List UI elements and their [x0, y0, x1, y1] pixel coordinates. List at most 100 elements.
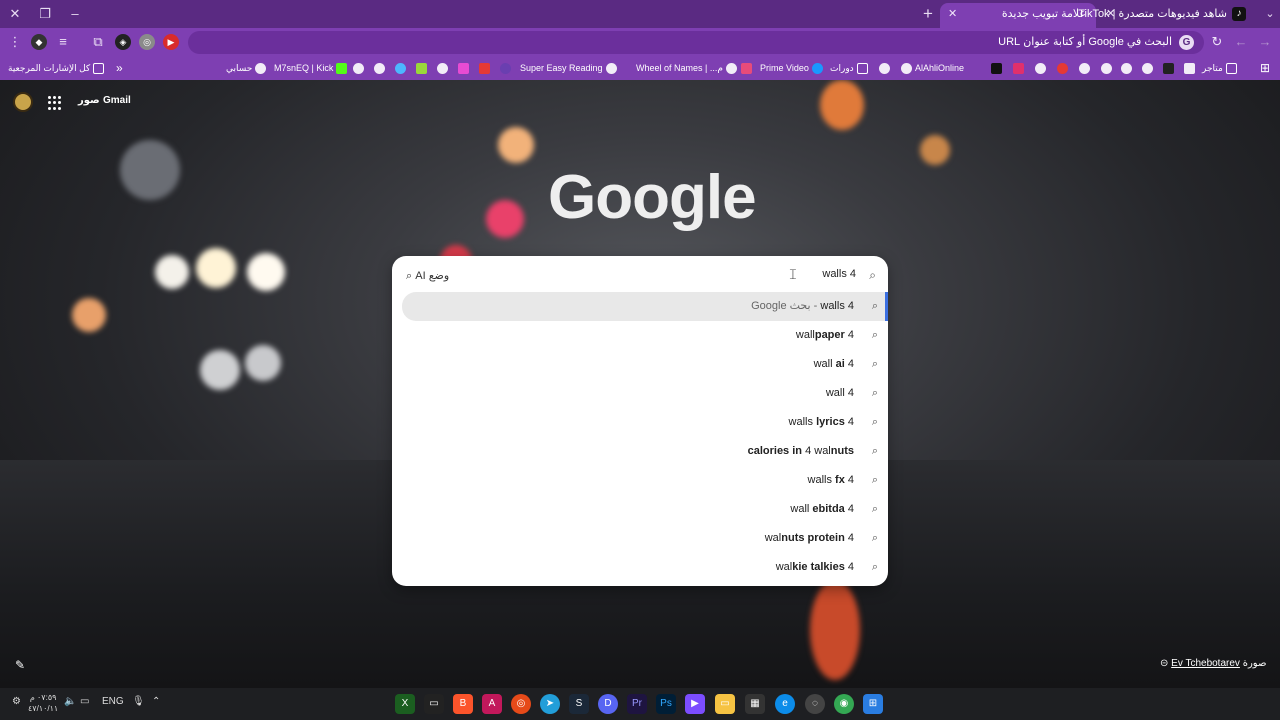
suggestion-item[interactable]: ⌕ wall ebitda 4: [402, 495, 888, 524]
premiere-icon[interactable]: Pr: [627, 694, 647, 714]
forward-icon[interactable]: →: [1256, 33, 1274, 51]
suggestion-item[interactable]: ⌕ walls fx 4: [402, 466, 888, 495]
show-hidden-icons[interactable]: ⌃: [152, 696, 160, 707]
extensions-puzzle-icon[interactable]: ⧉: [89, 33, 107, 51]
tab-search-icon[interactable]: ⌄: [1262, 4, 1278, 24]
search-icon: ⌕: [871, 329, 878, 341]
youtube-extension-icon[interactable]: ▶: [163, 34, 179, 50]
bookmark-stores[interactable]: متاجر: [1202, 60, 1240, 76]
app-icon[interactable]: ◎: [511, 694, 531, 714]
bookmark-icon-item[interactable]: [392, 60, 409, 76]
excel-icon[interactable]: X: [395, 694, 415, 714]
telegram-icon[interactable]: ➤: [540, 694, 560, 714]
extension-icon[interactable]: ◈: [115, 34, 131, 50]
chrome-icon[interactable]: ◉: [834, 694, 854, 714]
app-icon[interactable]: ◌: [805, 694, 825, 714]
search-input-row[interactable]: ⌕ walls 4 𝙸 وضع AI ⌕: [392, 262, 888, 290]
tab-close-icon[interactable]: ✕: [1106, 3, 1115, 25]
avatar[interactable]: [13, 92, 33, 112]
settings-gear-icon[interactable]: ⚙: [12, 696, 21, 707]
bookmark-icon-item[interactable]: [988, 60, 1005, 76]
minimize-window-icon[interactable]: –: [66, 5, 84, 23]
suggestion-item[interactable]: ⌕ wall 4: [402, 379, 888, 408]
menu-icon[interactable]: ⋮: [6, 33, 24, 51]
gmail-link[interactable]: Gmail: [103, 95, 131, 106]
suggestion-item[interactable]: ⌕ wall ai 4: [402, 350, 888, 379]
bookmark-wheel[interactable]: Wheel of Names | ...م: [636, 60, 740, 76]
microphone-icon[interactable]: 🎙: [132, 696, 145, 707]
file-explorer-icon[interactable]: ▭: [715, 694, 735, 714]
customize-pencil-icon[interactable]: ✎: [15, 658, 25, 672]
bookmark-icon-item[interactable]: [371, 60, 388, 76]
photo-credit-author[interactable]: Ev Tchebotarev: [1171, 658, 1240, 669]
bookmark-icon-item[interactable]: [1032, 60, 1049, 76]
bookmark-icon-item[interactable]: [1118, 60, 1135, 76]
photo-credit[interactable]: صورة Ev Tchebotarev ⊝: [1160, 658, 1266, 669]
globe-icon: [605, 63, 617, 75]
bookmark-icon-item[interactable]: [413, 60, 430, 76]
close-window-icon[interactable]: ✕: [6, 5, 24, 23]
tab-new-tab[interactable]: علامة تبويب جديدة ✕: [940, 3, 1096, 28]
bookmark-icon-item[interactable]: [1098, 60, 1115, 76]
bookmark-super-easy[interactable]: Super Easy Reading: [520, 60, 620, 76]
suggestion-item[interactable]: ⌕ calories in 4 walnuts: [402, 437, 888, 466]
suggestion-item[interactable]: ⌕ wallpaper 4: [402, 321, 888, 350]
app-icon[interactable]: A: [482, 694, 502, 714]
globe-icon: [1101, 63, 1112, 75]
suggestion-item[interactable]: ⌕ walkie talkies 4: [402, 553, 888, 582]
extension-icon[interactable]: ◆: [31, 34, 47, 50]
apps-grid-icon[interactable]: ⊞: [1260, 60, 1270, 76]
bookmark-icon-item[interactable]: [455, 60, 472, 76]
suggestion-item[interactable]: ⌕ walls lyrics 4: [402, 408, 888, 437]
bookmark-icon-item[interactable]: [1139, 60, 1156, 76]
bookmark-icon-item[interactable]: [1181, 60, 1198, 76]
tab-close-icon[interactable]: ✕: [948, 3, 957, 25]
ai-mode-button[interactable]: وضع AI ⌕: [402, 267, 453, 285]
bookmark-icon-item[interactable]: [476, 60, 493, 76]
bookmark-icon-item[interactable]: [1076, 60, 1093, 76]
steam-icon[interactable]: S: [569, 694, 589, 714]
suggestion-item[interactable]: ⌕ walnuts protein 4: [402, 524, 888, 553]
edge-icon[interactable]: e: [775, 694, 795, 714]
bookmark-icon-item[interactable]: [876, 60, 893, 76]
address-bar[interactable]: G البحث في Google أو كتابة عنوان URL: [188, 31, 1204, 54]
bookmark-kick[interactable]: M7snEQ | Kick: [274, 60, 350, 76]
terminal-icon[interactable]: ▭: [424, 694, 444, 714]
tiktok-icon: ♪: [1232, 7, 1246, 22]
google-apps-icon[interactable]: [48, 96, 62, 110]
tiktok-icon: [991, 63, 1002, 75]
store-icon[interactable]: ▦: [745, 694, 765, 714]
all-bookmarks-button[interactable]: كل الإشارات المرجعية: [8, 60, 107, 76]
bookmark-icon-item[interactable]: [1054, 60, 1071, 76]
bookmark-icon-item[interactable]: [350, 60, 367, 76]
app-icon[interactable]: ▶: [685, 694, 705, 714]
restore-window-icon[interactable]: ❐: [36, 5, 54, 23]
bookmark-icon-item[interactable]: [497, 60, 514, 76]
language-indicator[interactable]: ENG: [102, 696, 124, 707]
discord-icon[interactable]: D: [598, 694, 618, 714]
tab-tiktok[interactable]: ♪ شاهد فيديوهات متصدرة | TikTok ✕: [1078, 3, 1256, 28]
volume-icon[interactable]: 🔈: [64, 696, 76, 707]
bookmark-account[interactable]: حسابي: [226, 60, 269, 76]
bookmark-courses[interactable]: دورات: [830, 60, 871, 76]
photoshop-icon[interactable]: Ps: [656, 694, 676, 714]
bookmark-icon-item[interactable]: [1010, 60, 1027, 76]
network-icon[interactable]: ▭: [80, 696, 89, 707]
bookmark-alahli[interactable]: AlAhliOnline: [898, 60, 964, 76]
bookmark-icon-item[interactable]: [1160, 60, 1177, 76]
start-icon[interactable]: ⊞: [863, 694, 883, 714]
reading-list-icon[interactable]: ≡: [54, 33, 72, 51]
reload-icon[interactable]: ↻: [1208, 33, 1226, 51]
extension-icon[interactable]: ◎: [139, 34, 155, 50]
clock[interactable]: ٠٧:٥٩ م ٤٧/١٠/١١: [28, 692, 58, 714]
bookmark-icon-item[interactable]: [434, 60, 451, 76]
back-icon[interactable]: ←: [1232, 33, 1250, 51]
new-tab-button[interactable]: +: [918, 4, 938, 24]
bookmark-icon-item[interactable]: [738, 60, 755, 76]
bookmark-prime[interactable]: Prime Video: [760, 60, 826, 76]
suggestion-item[interactable]: ⌕ walls 4 - بحث Google: [402, 292, 888, 321]
images-link[interactable]: صور: [78, 95, 100, 106]
bookmarks-overflow-icon[interactable]: »: [116, 60, 123, 76]
search-input[interactable]: walls 4: [822, 268, 856, 280]
brave-icon[interactable]: B: [453, 694, 473, 714]
